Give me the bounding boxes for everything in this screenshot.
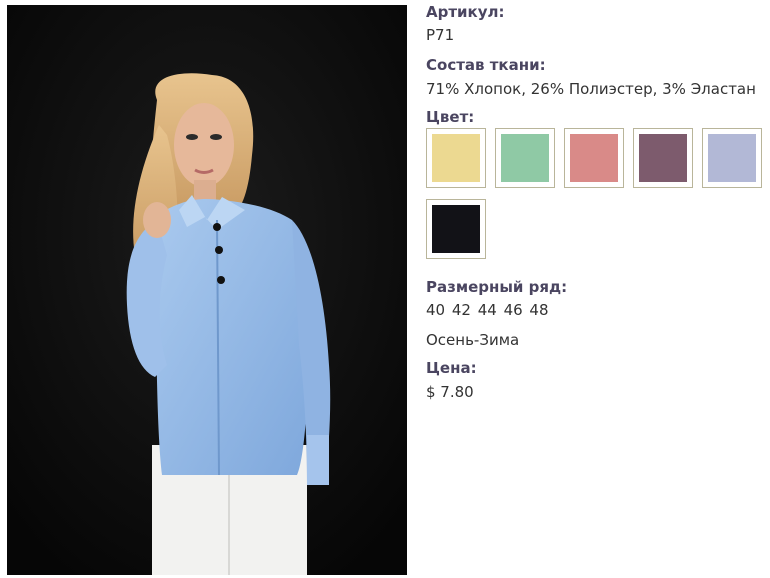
- sizes-value: 40 42 44 46 48: [426, 301, 549, 319]
- swatch-mint-fill: [501, 134, 549, 182]
- season-value: Осень-Зима: [426, 331, 520, 349]
- color-swatch-yellow[interactable]: [426, 128, 486, 188]
- fabric-label: Состав ткани:: [426, 56, 546, 74]
- swatch-yellow-fill: [432, 134, 480, 182]
- article-value: P71: [426, 26, 455, 44]
- price-label: Цена:: [426, 359, 477, 377]
- color-swatch-mint[interactable]: [495, 128, 555, 188]
- color-swatch-pink[interactable]: [564, 128, 624, 188]
- swatch-plum-fill: [639, 134, 687, 182]
- fabric-value: 71% Хлопок, 26% Полиэстер, 3% Эластан: [426, 80, 756, 98]
- color-swatch-plum[interactable]: [633, 128, 693, 188]
- color-swatch-black[interactable]: [426, 199, 486, 259]
- color-label: Цвет:: [426, 108, 475, 126]
- swatch-pink-fill: [570, 134, 618, 182]
- swatch-lavender-fill: [708, 134, 756, 182]
- sizes-label: Размерный ряд:: [426, 278, 568, 296]
- price-value: $ 7.80: [426, 383, 474, 401]
- article-label: Артикул:: [426, 3, 505, 21]
- model-illustration: [7, 5, 407, 575]
- color-swatch-lavender[interactable]: [702, 128, 762, 188]
- swatch-black-fill: [432, 205, 480, 253]
- product-photo: [7, 5, 407, 575]
